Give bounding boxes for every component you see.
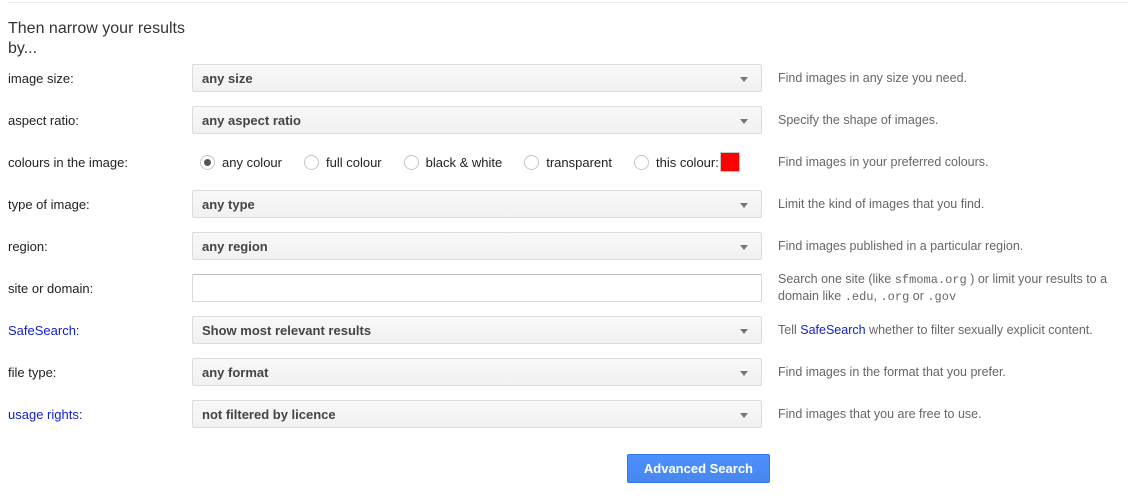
file-type-help: Find images in the format that you prefe… — [778, 365, 1006, 379]
file-type-select[interactable]: any format — [192, 358, 762, 386]
type-of-image-select-value: any type — [202, 196, 255, 212]
image-size-label: image size: — [8, 70, 74, 86]
image-size-help: Find images in any size you need. — [778, 71, 967, 85]
safesearch-select[interactable]: Show most relevant results — [192, 316, 762, 344]
aspect-ratio-label: aspect ratio: — [8, 112, 79, 128]
usage-rights-select-value: not filtered by licence — [202, 406, 336, 422]
file-type-select-value: any format — [202, 364, 269, 380]
radio-this-colour[interactable]: this colour: — [633, 152, 740, 172]
usage-rights-select[interactable]: not filtered by licence — [192, 400, 762, 428]
image-size-select-value: any size — [202, 70, 253, 86]
image-size-select[interactable]: any size — [192, 64, 762, 92]
aspect-ratio-select[interactable]: any aspect ratio — [192, 106, 762, 134]
site-or-domain-label: site or domain: — [8, 280, 94, 296]
usage-rights-help: Find images that you are free to use. — [778, 407, 982, 421]
chevron-down-icon — [740, 329, 748, 334]
file-type-label: file type: — [8, 364, 57, 380]
colours-help: Find images in your preferred colours. — [778, 155, 989, 169]
aspect-ratio-select-value: any aspect ratio — [202, 112, 301, 128]
chevron-down-icon — [740, 119, 748, 124]
radio-transparent-label[interactable]: transparent — [546, 155, 612, 170]
radio-full-colour-label[interactable]: full colour — [326, 155, 382, 170]
radio-button-icon[interactable] — [633, 154, 649, 170]
region-help: Find images published in a particular re… — [778, 239, 1024, 253]
row-usage-rights: usage rights: not filtered by licence Fi… — [8, 400, 1128, 428]
chevron-down-icon — [740, 413, 748, 418]
safesearch-help-link[interactable]: SafeSearch — [800, 323, 865, 337]
colour-swatch[interactable] — [719, 152, 740, 172]
row-file-type: file type: any format Find images in the… — [8, 358, 1128, 386]
help-text-part: Tell — [778, 323, 801, 337]
help-mono-part: sfmoma.org — [894, 273, 967, 287]
safesearch-link[interactable]: SafeSearch: — [8, 323, 80, 338]
site-or-domain-help: Search one site (like sfmoma.org ) or li… — [778, 271, 1126, 305]
type-of-image-label: type of image: — [8, 196, 90, 212]
row-colours: colours in the image: any colour full co… — [8, 148, 1128, 176]
button-row: Advanced Search — [8, 454, 770, 483]
chevron-down-icon — [740, 245, 748, 250]
radio-black-white-label[interactable]: black & white — [426, 155, 503, 170]
row-type-of-image: type of image: any type Limit the kind o… — [8, 190, 1128, 218]
chevron-down-icon — [740, 371, 748, 376]
row-aspect-ratio: aspect ratio: any aspect ratio Specify t… — [8, 106, 1128, 134]
row-site-or-domain: site or domain: Search one site (like sf… — [8, 271, 1128, 305]
chevron-down-icon — [740, 203, 748, 208]
radio-transparent[interactable]: transparent — [524, 154, 612, 170]
radio-button-icon[interactable] — [200, 154, 215, 170]
radio-button-icon[interactable] — [524, 154, 540, 170]
type-of-image-help: Limit the kind of images that you find. — [778, 197, 985, 211]
help-mono-part: .gov — [927, 290, 957, 304]
radio-any-colour-label[interactable]: any colour — [222, 155, 282, 170]
usage-rights-label: usage rights: — [8, 407, 192, 422]
page-title: Then narrow your results by... — [8, 20, 185, 57]
safesearch-label: SafeSearch: — [8, 323, 192, 338]
row-safesearch: SafeSearch: Show most relevant results T… — [8, 316, 1128, 344]
advanced-search-button[interactable]: Advanced Search — [626, 454, 770, 483]
safesearch-select-value: Show most relevant results — [202, 322, 372, 338]
radio-black-white[interactable]: black & white — [403, 154, 503, 170]
help-mono-part: .edu — [844, 290, 874, 304]
radio-any-colour[interactable]: any colour — [200, 154, 282, 170]
region-select[interactable]: any region — [192, 232, 762, 260]
help-text-part: whether to filter sexually explicit cont… — [865, 323, 1093, 337]
region-label: region: — [8, 238, 48, 254]
radio-button-icon[interactable] — [303, 154, 319, 170]
top-divider — [8, 2, 1128, 3]
row-image-size: image size: any size Find images in any … — [8, 64, 1128, 92]
colours-radio-group: any colour full colour black & white tra… — [192, 152, 762, 172]
advanced-search-form: Then narrow your results by... image siz… — [0, 19, 1128, 483]
safesearch-help: Tell SafeSearch whether to filter sexual… — [778, 322, 1126, 338]
radio-button-icon[interactable] — [403, 154, 419, 170]
type-of-image-select[interactable]: any type — [192, 190, 762, 218]
radio-full-colour[interactable]: full colour — [303, 154, 382, 170]
aspect-ratio-help: Specify the shape of images. — [778, 113, 939, 127]
colours-label: colours in the image: — [8, 154, 128, 170]
radio-this-colour-label[interactable]: this colour: — [656, 155, 719, 170]
help-text-part: Search one site (like — [778, 272, 895, 286]
help-text-part: or — [909, 289, 928, 303]
row-region: region: any region Find images published… — [8, 232, 1128, 260]
site-or-domain-input[interactable] — [192, 274, 762, 302]
help-mono-part: .org — [880, 290, 910, 304]
usage-rights-link[interactable]: usage rights: — [8, 407, 82, 422]
region-select-value: any region — [202, 238, 268, 254]
chevron-down-icon — [740, 77, 748, 82]
